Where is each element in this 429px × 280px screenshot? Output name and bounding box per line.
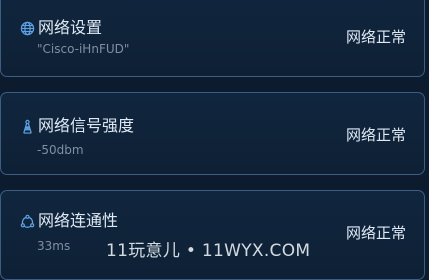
connectivity-icon xyxy=(19,213,35,229)
card-title-row: 网络信号强度 xyxy=(19,116,134,136)
status-text: 网络正常 xyxy=(345,28,406,46)
card-title: 网络信号强度 xyxy=(38,116,135,135)
card-title-row: 网络连通性 xyxy=(19,211,118,231)
wifi-ssid: "Cisco-iHnFUD" xyxy=(37,42,130,56)
signal-strength-card[interactable]: 网络信号强度 -50dbm 网络正常 xyxy=(0,92,425,175)
network-settings-card[interactable]: 网络设置 "Cisco-iHnFUD" 网络正常 xyxy=(0,0,425,77)
signal-tower-icon xyxy=(19,118,35,134)
connectivity-card[interactable]: 网络连通性 33ms 网络正常 xyxy=(0,190,425,280)
card-title: 网络连通性 xyxy=(38,211,119,230)
card-title-row: 网络设置 xyxy=(19,18,102,38)
latency-value: 33ms xyxy=(37,239,71,253)
signal-value: -50dbm xyxy=(37,143,84,157)
card-title: 网络设置 xyxy=(38,18,103,37)
status-text: 网络正常 xyxy=(345,224,406,242)
watermark: 11玩意儿 • 11WYX.COM xyxy=(106,241,311,261)
globe-icon xyxy=(19,20,35,36)
status-text: 网络正常 xyxy=(345,126,406,144)
